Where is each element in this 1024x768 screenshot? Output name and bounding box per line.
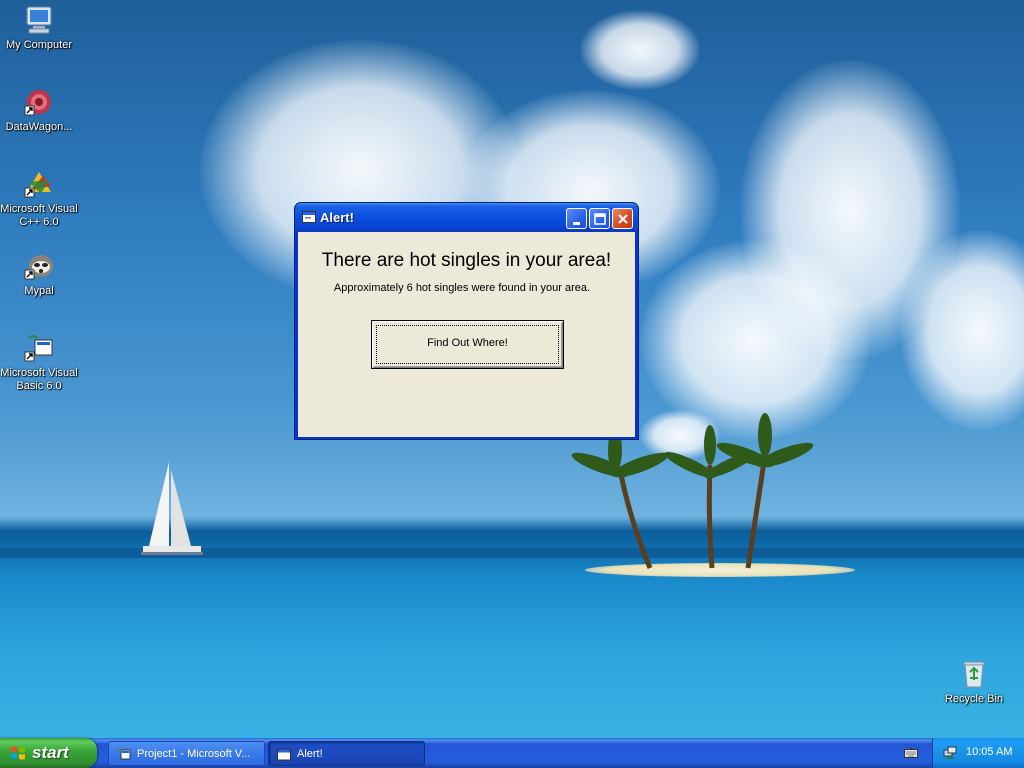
- form-icon: [277, 748, 291, 761]
- button-label: Find Out Where!: [427, 337, 508, 349]
- desktop-icon-my-computer[interactable]: My Computer: [0, 4, 78, 52]
- start-label: start: [32, 743, 69, 762]
- desktop-icon-label: Microsoft Visual C++ 6.0: [0, 203, 78, 228]
- close-icon: [618, 214, 628, 224]
- desktop-icon-label: DataWagon...: [5, 121, 73, 133]
- visual-basic-icon: [24, 335, 53, 362]
- start-button[interactable]: start: [0, 738, 97, 768]
- alert-window: Alert! There are hot singles in your are…: [294, 202, 639, 440]
- mypal-icon: [24, 255, 53, 280]
- keyboard-icon[interactable]: [904, 747, 918, 758]
- minimize-button[interactable]: [566, 208, 587, 229]
- datawagon-icon: [24, 90, 51, 116]
- desktop: My Computer DataWagon... Microsoft Visua…: [0, 0, 1024, 738]
- desktop-icon-label: Microsoft Visual Basic 6.0: [0, 367, 78, 392]
- system-tray: 10:05 AM: [932, 738, 1024, 768]
- taskbar-item-label: Project1 - Microsoft V...: [137, 748, 251, 760]
- visual-cpp-icon: [24, 172, 51, 198]
- taskbar-item-label: Alert!: [297, 748, 323, 760]
- desktop-icon-label: Mypal: [24, 285, 54, 297]
- cloud: [580, 10, 700, 90]
- desktop-icon-visual-cpp[interactable]: Microsoft Visual C++ 6.0: [0, 168, 78, 229]
- windows-logo-icon: [11, 746, 25, 760]
- window-title: Alert!: [320, 210, 354, 225]
- desktop-icon-recycle-bin[interactable]: Recycle Bin: [935, 658, 1013, 706]
- maximize-button[interactable]: [589, 208, 610, 229]
- network-icon[interactable]: [943, 746, 957, 760]
- window-titlebar[interactable]: Alert!: [295, 203, 638, 232]
- close-button[interactable]: [612, 208, 633, 229]
- desktop-icon-datawagon[interactable]: DataWagon...: [0, 86, 78, 134]
- find-out-where-button[interactable]: Find Out Where!: [371, 320, 564, 369]
- window-client-area: There are hot singles in your area! Appr…: [298, 232, 635, 437]
- alert-subtext: Approximately 6 hot singles were found i…: [333, 282, 591, 294]
- computer-icon: [26, 6, 52, 34]
- desktop-icon-label: Recycle Bin: [944, 693, 1004, 705]
- taskbar: start Project1 - Microsoft V... Alert! 1…: [0, 738, 1024, 768]
- minimize-icon: [573, 222, 580, 225]
- form-icon: [302, 211, 316, 223]
- maximize-icon: [594, 213, 606, 225]
- sailboat: [141, 462, 203, 555]
- visual-basic-icon: [117, 748, 131, 760]
- desktop-icon-visual-basic[interactable]: Microsoft Visual Basic 6.0: [0, 332, 78, 393]
- taskbar-item-alert[interactable]: Alert!: [268, 741, 425, 766]
- desktop-icon-label: My Computer: [5, 39, 73, 51]
- desktop-icon-mypal[interactable]: Mypal: [0, 250, 78, 298]
- clock[interactable]: 10:05 AM: [966, 746, 1012, 758]
- recycle-bin-icon: [963, 661, 985, 688]
- taskbar-item-project1[interactable]: Project1 - Microsoft V...: [108, 741, 265, 766]
- alert-headline: There are hot singles in your area!: [321, 250, 612, 271]
